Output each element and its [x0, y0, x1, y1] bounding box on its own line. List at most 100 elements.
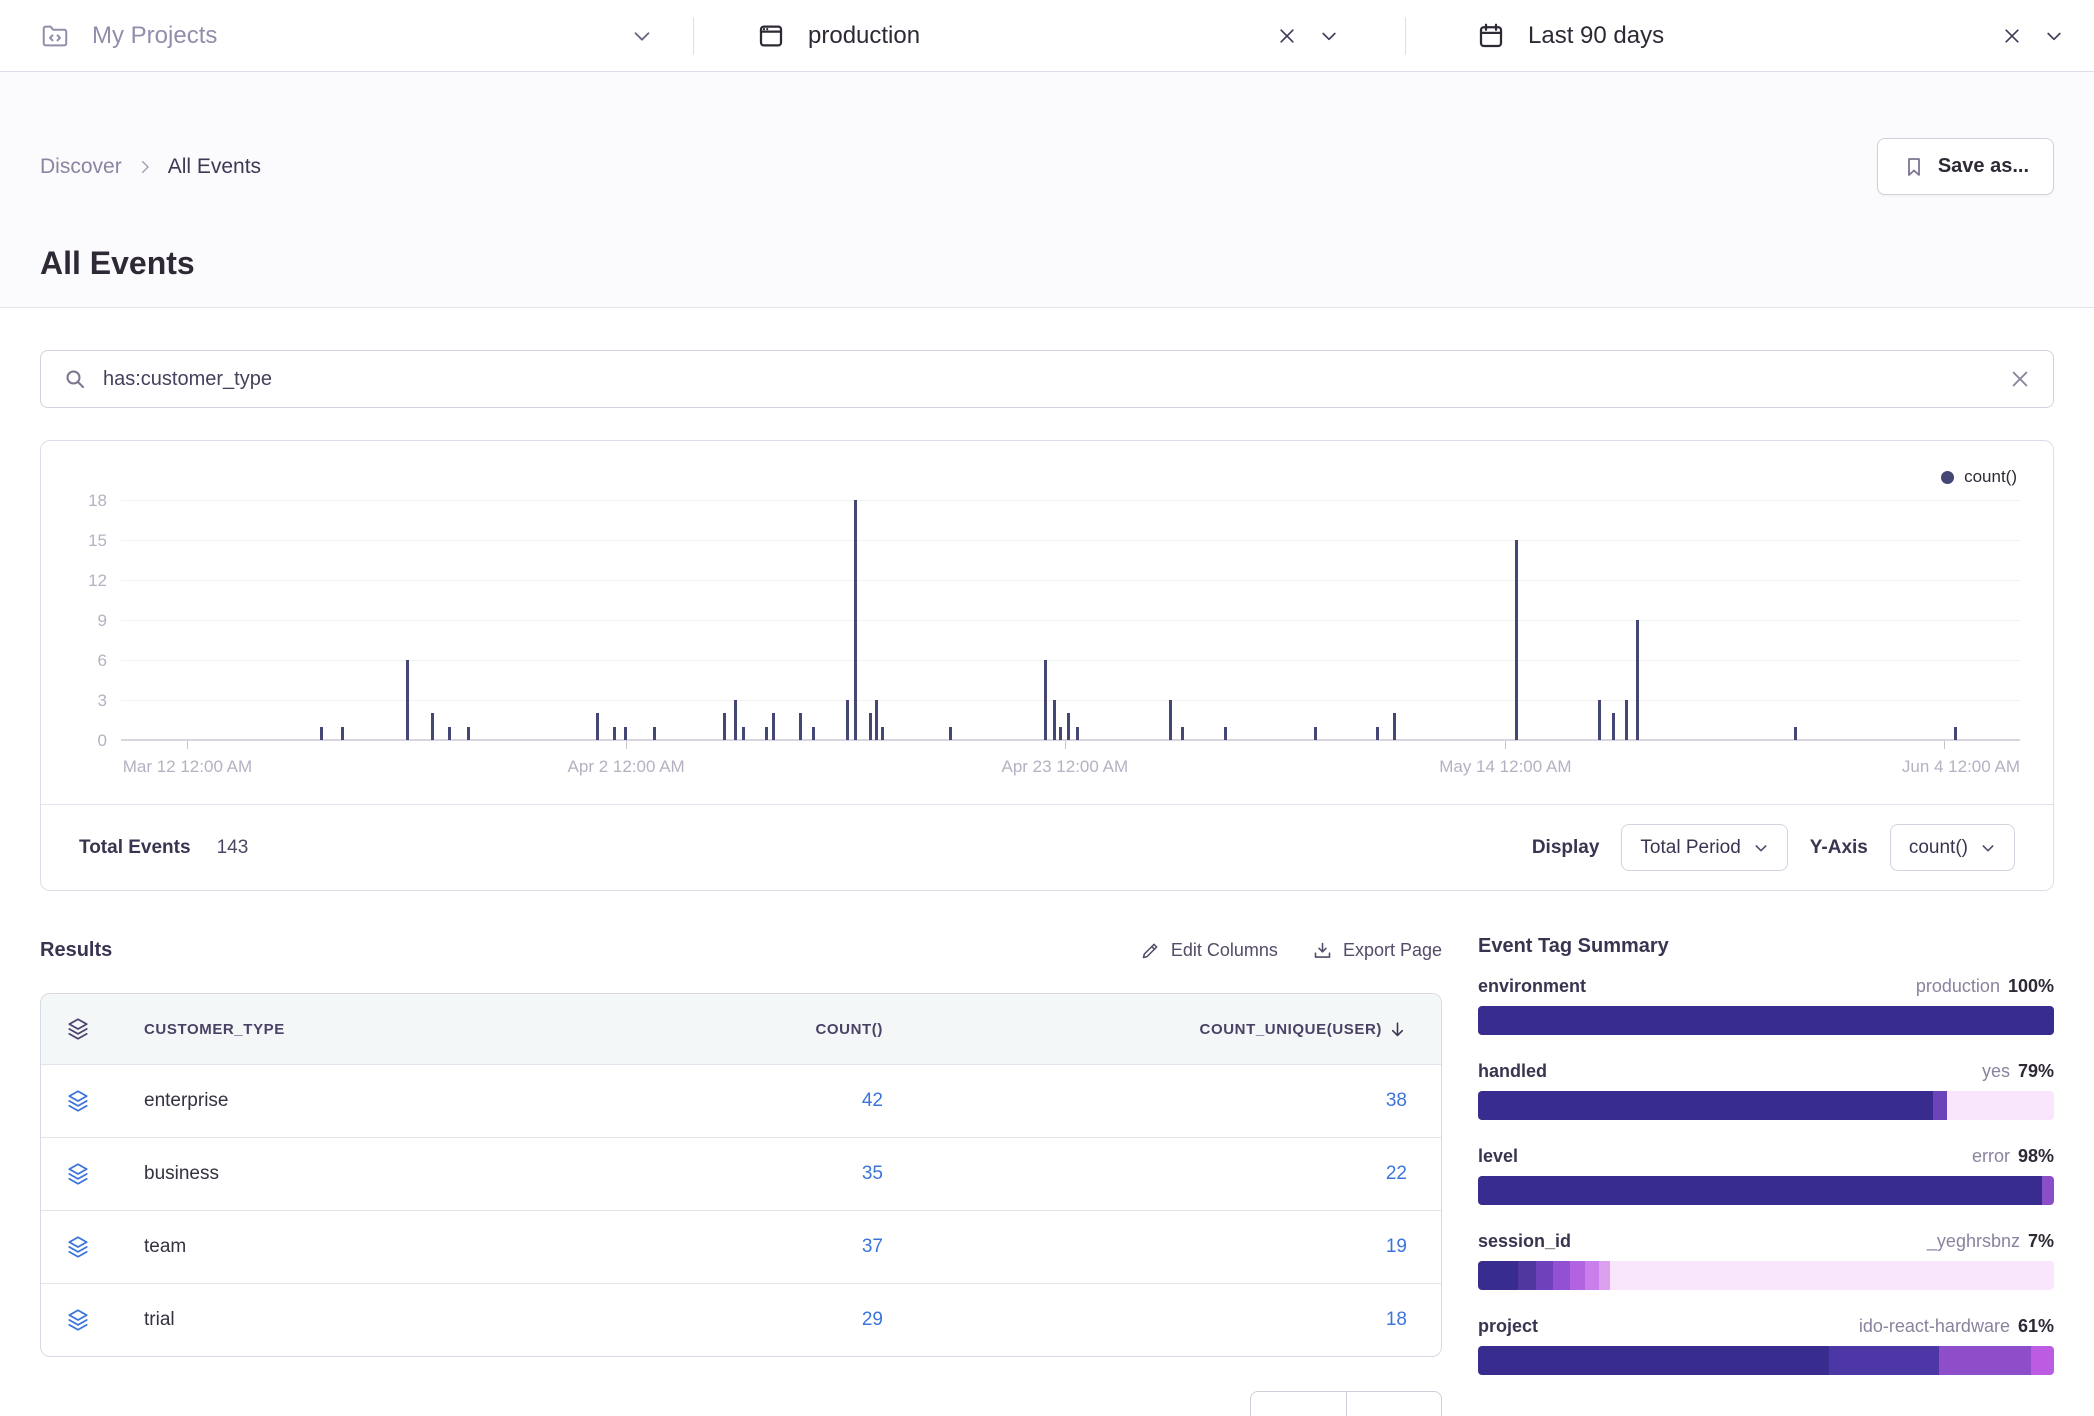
cell-count-unique[interactable]: 19	[883, 1236, 1407, 1258]
cell-count[interactable]: 37	[583, 1236, 883, 1258]
tag-bar-segment	[1610, 1261, 2054, 1290]
chart-bar	[1794, 727, 1797, 740]
table-row[interactable]: trial2918	[41, 1283, 1441, 1356]
tag-summary-row: session_id_yeghrsbnz7%	[1478, 1231, 2054, 1290]
y-axis-label: 9	[63, 611, 107, 631]
tag-top-percent: 61%	[2018, 1316, 2054, 1337]
tag-summary-row-header: projectido-react-hardware61%	[1478, 1316, 2054, 1338]
x-axis-label: Apr 23 12:00 AM	[1001, 757, 1128, 777]
gridline	[121, 620, 2020, 621]
daterange-chevron-down-icon[interactable]	[2044, 26, 2064, 46]
event-tag-summary-panel: Event Tag Summary environmentproduction1…	[1478, 935, 2054, 1375]
chart-bar	[742, 727, 745, 740]
y-axis-label: 15	[63, 531, 107, 551]
sort-descending-arrow-icon	[1388, 1020, 1407, 1039]
cell-count[interactable]: 35	[583, 1163, 883, 1185]
breadcrumb-discover-link[interactable]: Discover	[40, 155, 122, 179]
column-header-count-unique[interactable]: COUNT_UNIQUE(USER)	[883, 1020, 1407, 1039]
tag-summary-row: projectido-react-hardware61%	[1478, 1316, 2054, 1375]
table-row[interactable]: team3719	[41, 1210, 1441, 1283]
environment-chevron-down-icon[interactable]	[1319, 26, 1339, 46]
chart-bar	[1612, 713, 1615, 740]
export-page-label: Export Page	[1343, 940, 1442, 961]
display-label: Display	[1532, 837, 1600, 859]
chart-bar	[1059, 727, 1062, 740]
table-row[interactable]: business3522	[41, 1137, 1441, 1210]
cell-count-unique[interactable]: 22	[883, 1163, 1407, 1185]
chart-bar	[875, 700, 878, 740]
column-header-count[interactable]: COUNT()	[583, 1021, 883, 1038]
project-selector[interactable]: My Projects	[0, 0, 693, 71]
environment-selector[interactable]: production	[694, 0, 1405, 71]
project-chevron-down-icon[interactable]	[631, 25, 653, 47]
daterange-selector-label: Last 90 days	[1528, 22, 1664, 50]
search-clear-icon[interactable]	[2009, 368, 2031, 390]
edit-columns-button[interactable]: Edit Columns	[1140, 940, 1278, 961]
pagination-prev-button[interactable]	[1251, 1392, 1346, 1416]
tag-distribution-bar[interactable]	[1478, 1176, 2054, 1205]
tag-distribution-bar[interactable]	[1478, 1091, 2054, 1120]
breadcrumb: Discover All Events Save as...	[40, 138, 2054, 195]
tag-distribution-bar[interactable]	[1478, 1261, 2054, 1290]
breadcrumb-chevron-icon	[136, 158, 154, 176]
cell-count[interactable]: 29	[583, 1309, 883, 1331]
results-section: Results Edit Columns Export Page	[40, 935, 1442, 1416]
results-table: CUSTOMER_TYPE COUNT() COUNT_UNIQUE(USER)…	[40, 993, 1442, 1357]
chart-bar	[653, 727, 656, 740]
chart-bar	[812, 727, 815, 740]
chart-bar	[765, 727, 768, 740]
breadcrumb-current: All Events	[168, 155, 261, 179]
chart-bar	[1314, 727, 1317, 740]
layers-icon	[65, 1234, 121, 1260]
tag-name: project	[1478, 1316, 1538, 1337]
search-bar[interactable]	[40, 350, 2054, 408]
save-as-button[interactable]: Save as...	[1877, 138, 2054, 195]
table-row[interactable]: enterprise4238	[41, 1064, 1441, 1137]
pagination-next-button[interactable]	[1346, 1392, 1441, 1416]
page-title: All Events	[40, 245, 2054, 282]
tag-bar-segment	[1478, 1091, 1933, 1120]
events-chart-card: count() 0369121518Mar 12 12:00 AMApr 2 1…	[40, 440, 2054, 891]
cell-count[interactable]: 42	[583, 1090, 883, 1112]
tag-distribution-bar[interactable]	[1478, 1346, 2054, 1375]
tag-bar-segment	[1570, 1261, 1584, 1290]
tag-top-value: error	[1972, 1146, 2010, 1167]
x-axis-label: May 14 12:00 AM	[1439, 757, 1571, 777]
tag-name: level	[1478, 1146, 1518, 1167]
chart-bar	[596, 713, 599, 740]
page-header: Discover All Events Save as... All Event…	[0, 72, 2094, 308]
cell-count-unique[interactable]: 38	[883, 1090, 1407, 1112]
results-table-header: CUSTOMER_TYPE COUNT() COUNT_UNIQUE(USER)	[41, 994, 1441, 1064]
calendar-icon	[1476, 21, 1506, 51]
events-chart[interactable]: count() 0369121518Mar 12 12:00 AMApr 2 1…	[41, 441, 2053, 804]
export-page-button[interactable]: Export Page	[1312, 940, 1442, 961]
daterange-selector[interactable]: Last 90 days	[1406, 0, 2094, 71]
tag-top-value: _yeghrsbnz	[1927, 1231, 2020, 1252]
chart-bar	[1181, 727, 1184, 740]
projects-folder-icon	[40, 21, 70, 51]
chart-bar	[1076, 727, 1079, 740]
yaxis-dropdown-value: count()	[1909, 837, 1968, 859]
environment-clear-icon[interactable]	[1277, 26, 1297, 46]
chart-bar	[431, 713, 434, 740]
chart-bar	[1169, 700, 1172, 740]
tag-distribution-bar[interactable]	[1478, 1006, 2054, 1035]
column-header-customer-type[interactable]: CUSTOMER_TYPE	[121, 1021, 583, 1038]
x-axis-tick	[187, 741, 188, 749]
display-dropdown[interactable]: Total Period	[1621, 824, 1787, 871]
tag-summary-row-header: levelerror98%	[1478, 1146, 2054, 1168]
daterange-clear-icon[interactable]	[2002, 26, 2022, 46]
chart-bar	[1053, 700, 1056, 740]
total-events-label: Total Events	[79, 837, 191, 859]
cell-count-unique[interactable]: 18	[883, 1309, 1407, 1331]
y-axis-label: 3	[63, 691, 107, 711]
tag-bar-segment	[1478, 1261, 1518, 1290]
x-axis-label: Mar 12 12:00 AM	[123, 757, 252, 777]
tag-top-percent: 79%	[2018, 1061, 2054, 1082]
search-input[interactable]	[103, 368, 1993, 391]
yaxis-dropdown[interactable]: count()	[1890, 824, 2015, 871]
results-table-body: enterprise4238business3522team3719trial2…	[41, 1064, 1441, 1356]
chart-bar	[734, 700, 737, 740]
tag-summary-row: levelerror98%	[1478, 1146, 2054, 1205]
chart-bar	[1224, 727, 1227, 740]
